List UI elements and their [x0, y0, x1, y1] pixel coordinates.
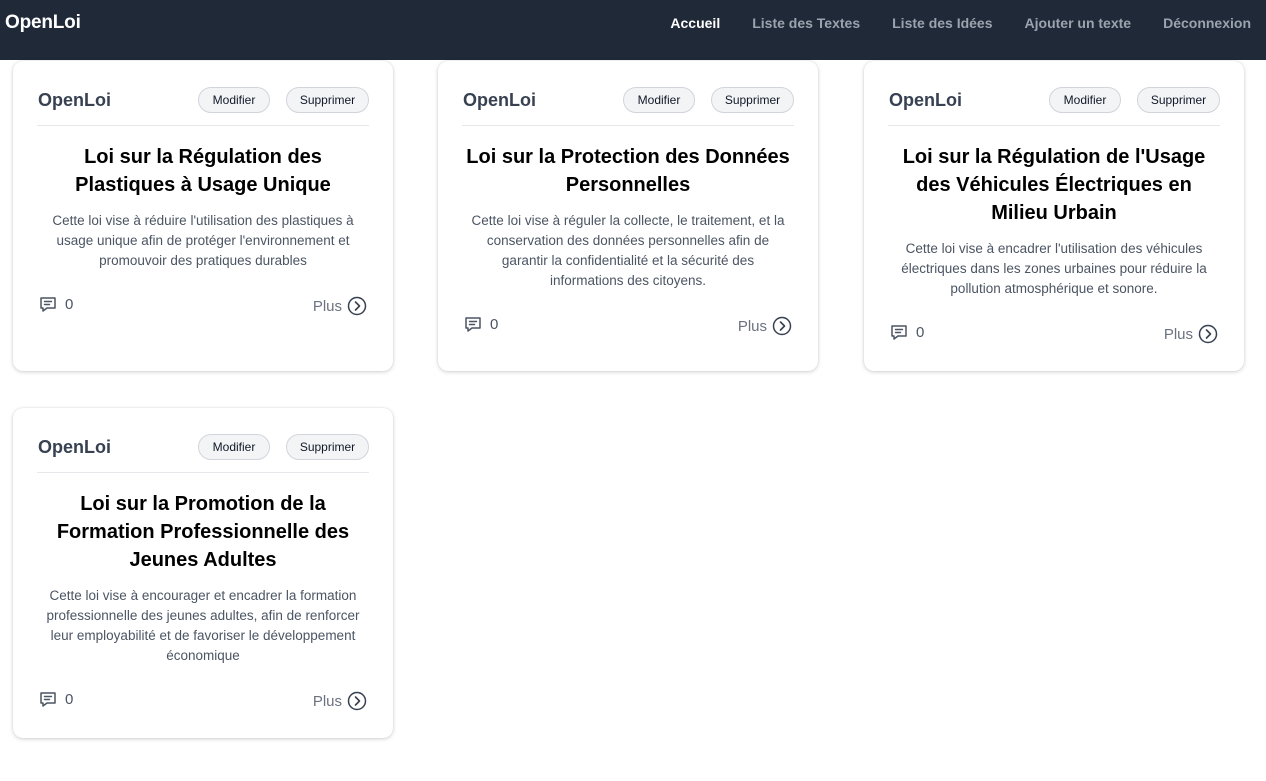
law-card: OpenLoi Modifier Supprimer Loi sur la Pr…	[438, 61, 818, 371]
edit-button[interactable]: Modifier	[198, 87, 270, 113]
app-brand[interactable]: OpenLoi	[5, 12, 81, 34]
comment-icon	[39, 296, 57, 313]
more-link[interactable]: Plus	[313, 691, 367, 711]
card-header: OpenLoi Modifier Supprimer	[37, 87, 369, 126]
delete-button[interactable]: Supprimer	[1137, 87, 1220, 113]
card-title: Loi sur la Régulation des Plastiques à U…	[75, 146, 331, 196]
card-description: Cette loi vise à réguler la collecte, le…	[471, 213, 785, 288]
card-footer: 0 Plus	[890, 324, 1218, 346]
nav-link-liste-idees[interactable]: Liste des Idées	[892, 15, 992, 31]
more-label: Plus	[737, 317, 767, 335]
nav-link-deconnexion[interactable]: Déconnexion	[1163, 15, 1251, 31]
more-link[interactable]: Plus	[738, 316, 792, 336]
card-header: OpenLoi Modifier Supprimer	[37, 434, 369, 473]
comment-count[interactable]: 0	[464, 316, 498, 333]
delete-button[interactable]: Supprimer	[286, 434, 369, 460]
comment-icon	[39, 691, 57, 708]
card-header: OpenLoi Modifier Supprimer	[462, 87, 794, 126]
card-footer: 0 Plus	[39, 691, 367, 713]
more-label: Plus	[312, 692, 342, 710]
comment-count-value: 0	[490, 316, 499, 333]
comment-icon	[890, 324, 908, 341]
chevron-right-circle-icon	[1198, 324, 1218, 344]
card-title: Loi sur la Protection des Données Person…	[466, 146, 790, 196]
chevron-right-circle-icon	[347, 691, 367, 711]
chevron-right-circle-icon	[772, 316, 792, 336]
comment-count[interactable]: 0	[39, 691, 73, 708]
delete-button[interactable]: Supprimer	[711, 87, 794, 113]
edit-button[interactable]: Modifier	[623, 87, 695, 113]
chevron-right-circle-icon	[347, 296, 367, 316]
delete-button[interactable]: Supprimer	[286, 87, 369, 113]
comment-icon	[464, 316, 482, 333]
nav-link-accueil[interactable]: Accueil	[670, 15, 720, 31]
card-header: OpenLoi Modifier Supprimer	[888, 87, 1220, 126]
edit-button[interactable]: Modifier	[198, 434, 270, 460]
card-brand: OpenLoi	[38, 90, 111, 110]
card-title: Loi sur la Promotion de la Formation Pro…	[56, 493, 350, 571]
more-link[interactable]: Plus	[313, 296, 367, 316]
comment-count-value: 0	[65, 691, 74, 708]
comment-count[interactable]: 0	[39, 296, 73, 313]
card-description: Cette loi vise à réduire l'utilisation d…	[52, 213, 354, 268]
nav-link-ajouter-texte[interactable]: Ajouter un texte	[1025, 15, 1132, 31]
card-brand: OpenLoi	[889, 90, 962, 110]
card-description: Cette loi vise à encourager et encadrer …	[46, 588, 360, 663]
edit-button[interactable]: Modifier	[1049, 87, 1121, 113]
law-card: OpenLoi Modifier Supprimer Loi sur la Pr…	[13, 408, 393, 738]
more-label: Plus	[1163, 325, 1193, 343]
card-title: Loi sur la Régulation de l'Usage des Véh…	[902, 146, 1206, 224]
nav-links: Accueil Liste des Textes Liste des Idées…	[670, 15, 1251, 31]
card-footer: 0 Plus	[464, 316, 792, 338]
card-brand: OpenLoi	[463, 90, 536, 110]
card-footer: 0 Plus	[39, 296, 367, 318]
card-brand: OpenLoi	[38, 437, 111, 457]
comment-count[interactable]: 0	[890, 324, 924, 341]
law-card: OpenLoi Modifier Supprimer Loi sur la Ré…	[13, 61, 393, 371]
top-navbar: OpenLoi Accueil Liste des Textes Liste d…	[0, 0, 1266, 60]
card-description: Cette loi vise à encadrer l'utilisation …	[901, 241, 1207, 296]
nav-link-liste-textes[interactable]: Liste des Textes	[752, 15, 860, 31]
law-card: OpenLoi Modifier Supprimer Loi sur la Ré…	[864, 61, 1244, 371]
more-label: Plus	[312, 297, 342, 315]
comment-count-value: 0	[65, 296, 74, 313]
comment-count-value: 0	[916, 324, 925, 341]
more-link[interactable]: Plus	[1164, 324, 1218, 344]
